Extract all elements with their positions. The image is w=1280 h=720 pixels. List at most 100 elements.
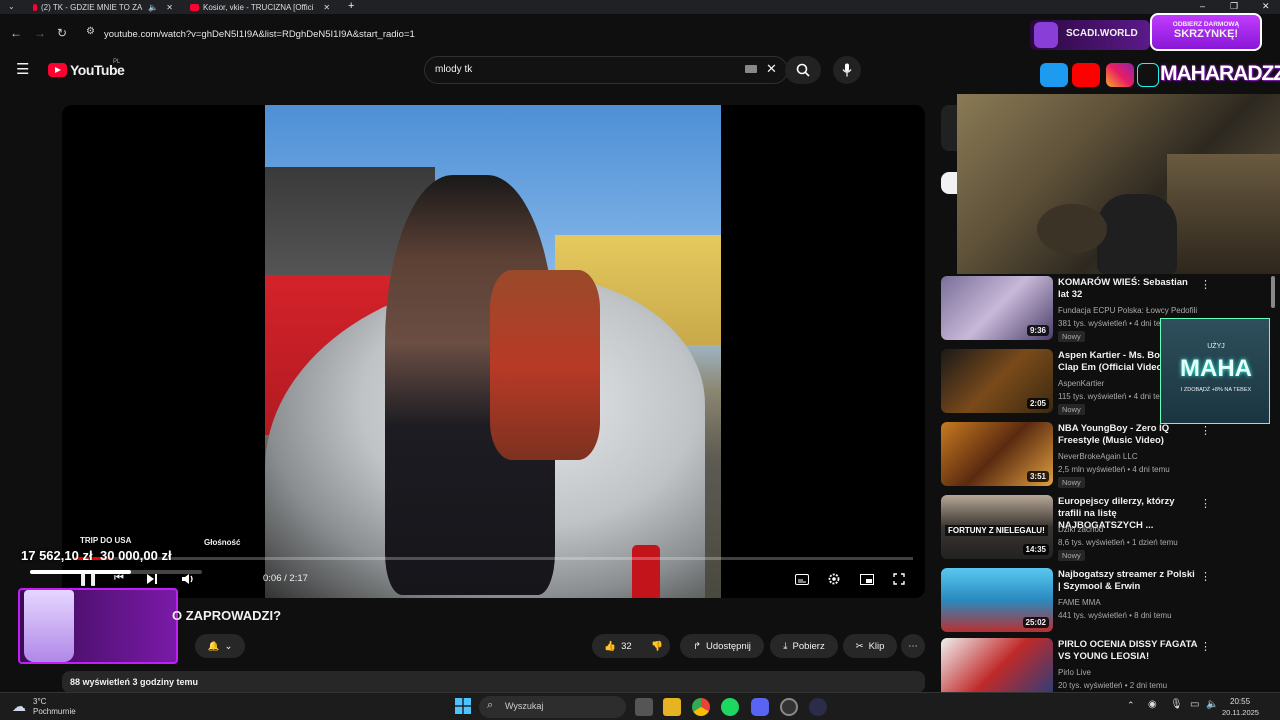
forward-icon[interactable]: → <box>34 26 46 40</box>
discord-icon[interactable] <box>751 698 769 716</box>
tray-discord-icon[interactable]: ◉ <box>1148 699 1157 710</box>
playlist-panel-edge[interactable] <box>941 105 957 151</box>
download-button[interactable]: ⤓ Pobierz <box>770 634 838 658</box>
like-button[interactable]: 👍 32 <box>592 634 644 658</box>
recommendation-thumbnail[interactable]: FORTUNY Z NIELEGALU! 14:35 <box>941 495 1053 559</box>
tab-1[interactable]: (2) TK - GDZIE MNIE TO ZA 🔈 ✕ <box>33 0 173 14</box>
taskbar-search-icon: ⌕ <box>487 699 494 711</box>
more-vert-icon[interactable]: ⋮ <box>1200 640 1211 653</box>
notifications-button[interactable]: 🔔 ⌄ <box>195 634 245 658</box>
filter-chip-edge[interactable] <box>941 172 957 194</box>
tray-display-icon[interactable]: ▭ <box>1190 699 1199 710</box>
search-button[interactable] <box>785 56 821 84</box>
windows-start-icon[interactable] <box>455 698 471 714</box>
reload-icon[interactable]: ↻ <box>57 26 67 40</box>
spotify-icon[interactable] <box>721 698 739 716</box>
clock-date[interactable]: 20.11.2025 <box>1222 708 1259 717</box>
search-input-value: mlody tk <box>435 64 473 75</box>
clock-time[interactable]: 20:55 <box>1230 697 1250 706</box>
more-actions-button[interactable]: ⋯ <box>901 634 925 658</box>
recommendation-channel[interactable]: NeverBrokeAgain LLC <box>1058 452 1138 461</box>
voice-search-button[interactable] <box>833 56 861 84</box>
video-frame[interactable] <box>265 105 721 598</box>
ad-top: UŻYJ <box>1207 343 1225 350</box>
tray-expand-icon[interactable]: ⌃ <box>1127 700 1135 711</box>
tray-volume-icon[interactable]: 🔈 <box>1206 699 1218 710</box>
recommendation-thumbnail[interactable]: 2:05 <box>941 349 1053 413</box>
obs-icon[interactable] <box>780 698 798 716</box>
more-vert-icon[interactable]: ⋮ <box>1200 497 1211 510</box>
recommendation-channel[interactable]: Fundacja ECPU Polska: Łowcy Pedofili <box>1058 306 1197 315</box>
time-display: 0:06 / 2:17 <box>263 573 308 584</box>
new-badge: Nowy <box>1058 550 1085 561</box>
dislike-button[interactable]: 👎 <box>644 634 670 658</box>
app-icon[interactable] <box>809 698 827 716</box>
youtube-favicon-icon <box>190 3 199 11</box>
recommendation-thumbnail[interactable]: 9:36 <box>941 276 1053 340</box>
menu-icon[interactable]: ☰ <box>16 60 29 78</box>
subtitles-icon[interactable] <box>790 567 814 591</box>
new-badge: Nowy <box>1058 477 1085 488</box>
settings-icon[interactable] <box>822 567 846 591</box>
maximize-icon[interactable]: ❐ <box>1230 1 1238 12</box>
ad-main: MAHA <box>1180 355 1252 382</box>
new-badge: Nowy <box>1058 331 1085 342</box>
tab-2[interactable]: Kosior, vkie - TRUCIZNA [Offici ✕ <box>190 0 340 14</box>
recommendation-channel[interactable]: AspenKartier <box>1058 379 1104 388</box>
more-vert-icon[interactable]: ⋮ <box>1200 278 1211 291</box>
recommendation-card[interactable]: FORTUNY Z NIELEGALU! 14:35 Europejscy dile… <box>941 495 1271 561</box>
keyboard-icon[interactable] <box>745 65 757 73</box>
share-button[interactable]: ↱ Udostępnij <box>680 634 764 658</box>
webcam-background-door <box>1167 154 1280 274</box>
recommendation-card[interactable]: 25:02 Najbogatszy streamer z Polski | Szy… <box>941 568 1271 632</box>
recommendation-thumbnail[interactable]: 25:02 <box>941 568 1053 632</box>
microphone-icon <box>842 63 852 77</box>
more-vert-icon[interactable]: ⋮ <box>1200 424 1211 437</box>
search-input[interactable]: mlody tk ✕ <box>424 56 788 84</box>
recommendation-thumbnail[interactable]: 3:51 <box>941 422 1053 486</box>
tiktok-icon <box>1137 63 1159 87</box>
window-close-icon[interactable]: ✕ <box>1262 1 1270 12</box>
previous-icon[interactable]: ⏮ <box>114 572 124 585</box>
tray-mic-icon[interactable]: 🎙 <box>1170 699 1183 710</box>
file-explorer-icon[interactable] <box>663 698 681 716</box>
taskbar-search-input[interactable]: ⌕ Wyszukaj <box>479 696 626 718</box>
recommendation-meta: 2,5 mln wyświetleń • 4 dni temu <box>1058 465 1170 474</box>
scrollbar-thumb[interactable] <box>1271 276 1275 308</box>
chrome-icon[interactable] <box>692 698 710 716</box>
clear-search-icon[interactable]: ✕ <box>766 61 777 77</box>
more-vert-icon[interactable]: ⋮ <box>1200 570 1211 583</box>
region-code: PL <box>113 59 121 65</box>
duration-badge: 25:02 <box>1022 617 1049 628</box>
fullscreen-icon[interactable] <box>887 567 911 591</box>
recommendation-channel[interactable]: Dziki zachód <box>1058 525 1103 534</box>
recommendation-title[interactable]: NBA YoungBoy - Zero IQ Freestyle (Music … <box>1058 423 1198 447</box>
tab-2-close-icon[interactable]: ✕ <box>323 3 330 12</box>
recommendation-title[interactable]: KOMARÓW WIEŚ: Sebastian lat 32 <box>1058 277 1198 301</box>
pause-icon[interactable]: ❚❚ <box>78 572 98 586</box>
video-player[interactable]: 0:06 / 2:17 <box>62 105 925 598</box>
recommendation-channel[interactable]: FAME MMA <box>1058 598 1101 607</box>
scissors-icon: ✂ <box>855 640 864 652</box>
back-icon[interactable]: ← <box>10 26 22 40</box>
url-field[interactable]: youtube.com/watch?v=ghDeN5I1I9A&list=RDg… <box>104 29 415 40</box>
recommendation-title[interactable]: Najbogatszy streamer z Polski | Szymool … <box>1058 569 1198 593</box>
recommendation-title[interactable]: PIRLO OCENIA DISSY FAGATA VS YOUNG LEOSI… <box>1058 639 1198 663</box>
recommendation-channel[interactable]: Pirlo Live <box>1058 668 1091 677</box>
recommendation-meta: 8,6 tys. wyświetleń • 1 dzień temu <box>1058 538 1178 547</box>
tab-list-chevron-icon[interactable]: ⌄ <box>8 2 15 11</box>
tab-1-title: (2) TK - GDZIE MNIE TO ZA <box>40 2 143 12</box>
clip-button[interactable]: ✂ Klip <box>843 634 897 658</box>
weather-desc[interactable]: Pochmurnie <box>33 707 76 716</box>
video-scene-bottle <box>632 545 660 598</box>
new-tab-icon[interactable]: + <box>348 0 354 12</box>
minimize-icon[interactable]: – <box>1200 1 1205 11</box>
description-box[interactable]: 88 wyświetleń 3 godziny temu <box>62 671 925 693</box>
recommendation-card[interactable]: 3:51 NBA YoungBoy - Zero IQ Freestyle (Mu… <box>941 422 1271 488</box>
weather-temp[interactable]: 3°C <box>33 697 46 706</box>
task-view-icon[interactable] <box>635 698 653 716</box>
promo-top: ODBIERZ DARMOWĄ <box>1172 21 1240 28</box>
site-info-icon[interactable]: ⚙ <box>86 26 95 37</box>
miniplayer-icon[interactable] <box>855 567 879 591</box>
tab-1-close-icon[interactable]: ✕ <box>166 3 173 12</box>
